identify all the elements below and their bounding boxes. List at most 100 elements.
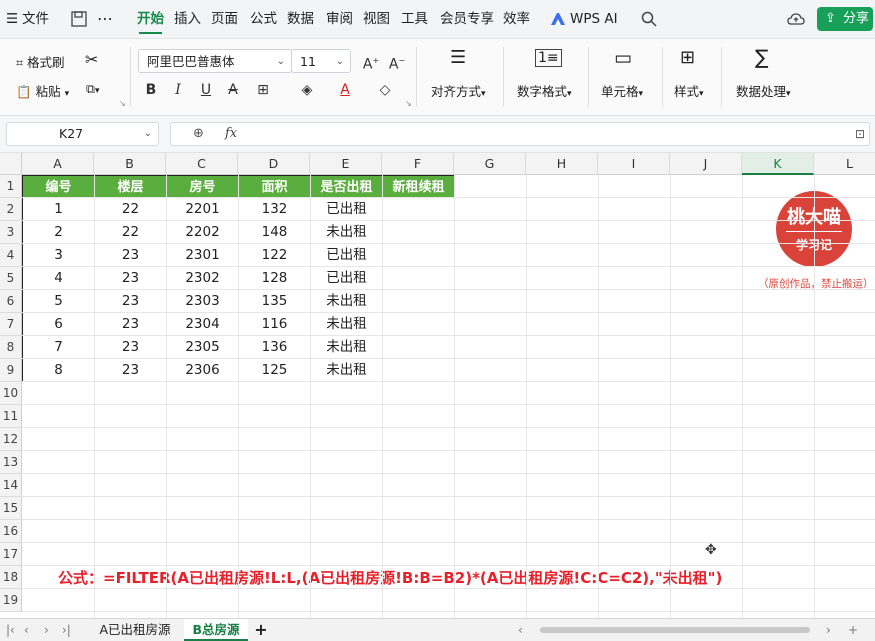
tab-efficiency[interactable]: 效率 (503, 0, 530, 38)
row-header-15[interactable]: 15 (0, 497, 22, 520)
data-processing-button[interactable]: 数据处理▾ (736, 81, 791, 100)
tab-review[interactable]: 审阅 (326, 0, 353, 38)
table-cell[interactable]: 23 (94, 289, 167, 313)
table-cell[interactable] (382, 243, 455, 267)
tab-start[interactable]: 开始 (137, 0, 164, 38)
row-header-5[interactable]: 5 (0, 267, 22, 290)
bold-icon[interactable]: B (140, 79, 162, 101)
table-cell[interactable]: 2201 (166, 197, 239, 221)
table-header-cell[interactable]: 编号 (22, 175, 95, 198)
font-name-select[interactable]: 阿里巴巴普惠体 ⌄ (138, 49, 292, 73)
number-format-button[interactable]: 数字格式▾ (517, 81, 572, 100)
format-painter-button[interactable]: ⌗ 格式刷 (16, 52, 65, 71)
table-cell[interactable] (382, 266, 455, 290)
font-size-select[interactable]: 11 ⌄ (291, 49, 351, 73)
table-cell[interactable]: 2302 (166, 266, 239, 290)
table-cell[interactable]: 1 (22, 197, 95, 221)
table-cell[interactable]: 22 (94, 197, 167, 221)
table-cell[interactable]: 128 (238, 266, 311, 290)
cut-icon[interactable]: ✂ (85, 50, 98, 69)
tab-member[interactable]: 会员专享 (440, 0, 494, 38)
tab-page[interactable]: 页面 (211, 0, 238, 38)
table-cell[interactable]: 3 (22, 243, 95, 267)
table-cell[interactable]: 未出租 (310, 335, 383, 359)
align-button[interactable]: 对齐方式▾ (431, 81, 486, 100)
next-sheet-icon[interactable]: › (44, 619, 49, 641)
expand-corner-icon[interactable]: ↘ (119, 99, 126, 108)
horizontal-scrollbar[interactable] (540, 627, 810, 633)
menu-icon[interactable]: ☰ (6, 0, 18, 38)
column-header-h[interactable]: H (526, 153, 598, 175)
table-cell[interactable]: 8 (22, 358, 95, 382)
more-icon[interactable]: ⋯ (97, 0, 113, 38)
first-sheet-icon[interactable]: |‹ (6, 619, 15, 641)
table-cell[interactable]: 23 (94, 312, 167, 336)
table-cell[interactable] (382, 312, 455, 336)
share-button[interactable]: ⇪ 分享 (817, 7, 873, 31)
table-cell[interactable]: 2303 (166, 289, 239, 313)
row-header-11[interactable]: 11 (0, 405, 22, 428)
scroll-left-icon[interactable]: ‹ (518, 619, 523, 641)
table-cell[interactable] (382, 289, 455, 313)
row-header-13[interactable]: 13 (0, 451, 22, 474)
cloud-sync-icon[interactable] (787, 10, 805, 28)
tab-insert[interactable]: 插入 (174, 0, 201, 38)
table-cell[interactable]: 已出租 (310, 266, 383, 290)
table-cell[interactable]: 135 (238, 289, 311, 313)
table-cell[interactable]: 2 (22, 220, 95, 244)
table-cell[interactable]: 6 (22, 312, 95, 336)
table-cell[interactable]: 2304 (166, 312, 239, 336)
sheet-tab-a[interactable]: A已出租房源 (86, 619, 184, 641)
add-column-icon[interactable]: + (848, 619, 858, 641)
border-icon[interactable]: ⊞ (252, 79, 274, 101)
row-header-12[interactable]: 12 (0, 428, 22, 451)
menu-file[interactable]: 文件 (22, 0, 49, 38)
row-header-3[interactable]: 3 (0, 221, 22, 244)
table-cell[interactable]: 23 (94, 243, 167, 267)
spreadsheet-grid[interactable]: 编号 楼层 房号 面积 是否出租 新租续租 1 22 2201 132 已出租 2 22 2202 148 未… (0, 153, 875, 618)
table-header-cell[interactable]: 新租续租 (382, 175, 455, 198)
styles-button[interactable]: 样式▾ (674, 81, 704, 100)
row-header-4[interactable]: 4 (0, 244, 22, 267)
table-cell[interactable] (382, 197, 455, 221)
row-header-17[interactable]: 17 (0, 543, 22, 566)
table-cell[interactable]: 132 (238, 197, 311, 221)
row-header-8[interactable]: 8 (0, 336, 22, 359)
fx-icon[interactable]: fx (225, 123, 237, 145)
name-box[interactable]: K27 ⌄ (6, 122, 159, 146)
column-header-d[interactable]: D (238, 153, 310, 175)
column-header-f[interactable]: F (382, 153, 454, 175)
table-cell[interactable]: 未出租 (310, 312, 383, 336)
column-header-b[interactable]: B (94, 153, 166, 175)
column-header-k[interactable]: K (742, 153, 814, 175)
table-header-cell[interactable]: 是否出租 (310, 175, 383, 198)
font-color-icon[interactable]: A (334, 79, 356, 101)
table-cell[interactable] (382, 220, 455, 244)
table-header-cell[interactable]: 房号 (166, 175, 239, 198)
table-cell[interactable]: 23 (94, 335, 167, 359)
prev-sheet-icon[interactable]: ‹ (24, 619, 29, 641)
save-icon[interactable] (70, 10, 88, 28)
table-cell[interactable]: 23 (94, 266, 167, 290)
table-cell[interactable]: 23 (94, 358, 167, 382)
formula-input[interactable]: ⊕ fx ⊡ (170, 122, 870, 146)
table-cell[interactable]: 4 (22, 266, 95, 290)
column-header-i[interactable]: I (598, 153, 670, 175)
table-cell[interactable]: 5 (22, 289, 95, 313)
table-cell[interactable]: 122 (238, 243, 311, 267)
zoom-icon[interactable]: ⊕ (193, 123, 204, 145)
table-cell[interactable]: 22 (94, 220, 167, 244)
row-header-1[interactable]: 1 (0, 175, 22, 198)
column-header-l[interactable]: L (814, 153, 875, 175)
table-cell[interactable]: 125 (238, 358, 311, 382)
table-cell[interactable]: 7 (22, 335, 95, 359)
increase-font-icon[interactable]: A+ (360, 50, 382, 73)
row-header-2[interactable]: 2 (0, 198, 22, 221)
search-icon[interactable] (640, 10, 658, 28)
fill-color-icon[interactable]: ◈ (296, 79, 318, 101)
tab-formula[interactable]: 公式 (250, 0, 277, 38)
column-header-c[interactable]: C (166, 153, 238, 175)
table-header-cell[interactable]: 面积 (238, 175, 311, 198)
row-header-9[interactable]: 9 (0, 359, 22, 382)
table-cell[interactable]: 2301 (166, 243, 239, 267)
